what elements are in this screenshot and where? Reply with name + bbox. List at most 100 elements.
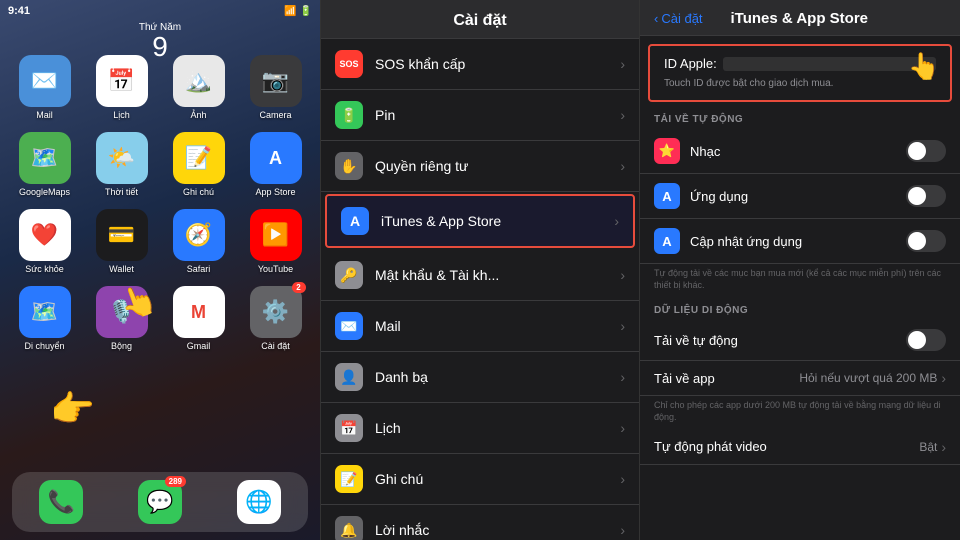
data-note: Chỉ cho phép các app dưới 200 MB tự động… [640, 396, 960, 429]
app-maps[interactable]: 🗺️ GoogleMaps [12, 132, 77, 197]
apps-toggle-row[interactable]: A Ứng dụng [640, 174, 960, 219]
updates-toggle[interactable] [906, 230, 946, 252]
auto-note: Tự động tải về các mục bạn mua mới (kể c… [640, 264, 960, 297]
settings-item-calendar[interactable]: 📅 Lịch › [321, 403, 639, 454]
app-maps-label: GoogleMaps [19, 187, 70, 197]
battery-icon: 🔋 [300, 6, 312, 17]
app-mail[interactable]: ✉️ Mail [12, 55, 77, 120]
battery-chevron-icon: › [620, 107, 625, 123]
download-app-row[interactable]: Tải về app Hỏi nếu vượt quá 200 MB › [640, 361, 960, 396]
app-health[interactable]: ❤️ Sức khỏe [12, 209, 77, 274]
app-settings[interactable]: ⚙️ 2 Cài đặt [243, 286, 308, 351]
app-notes-label: Ghi chú [183, 187, 214, 197]
gmail-icon-box: M [173, 286, 225, 338]
auto-download-header: TẢI VỀ TỰ ĐỘNG [640, 106, 960, 129]
calendar-icon-box: 📅 [96, 55, 148, 107]
updates-label: Cập nhật ứng dụng [690, 234, 906, 249]
app-notes[interactable]: 📝 Ghi chú [166, 132, 231, 197]
auto-mobile-toggle-row[interactable]: Tải về tự động [640, 320, 960, 361]
move-icon-box: 🗺️ [19, 286, 71, 338]
app-calendar[interactable]: 📅 Lịch [89, 55, 154, 120]
dock-phone[interactable]: 📞 [39, 480, 83, 524]
settings-item-privacy[interactable]: ✋ Quyền riêng tư › [321, 141, 639, 192]
dock: 📞 💬 289 🌐 [12, 472, 308, 532]
back-button[interactable]: ‹ Cài đặt [654, 11, 703, 26]
status-icons: 📶 🔋 [284, 6, 312, 17]
dock-messages[interactable]: 💬 289 [138, 480, 182, 524]
apps-toggle-knob [908, 187, 926, 205]
weather-icon-box: 🌤️ [96, 132, 148, 184]
app-gmail[interactable]: M Gmail [166, 286, 231, 351]
music-label: Nhạc [690, 144, 906, 159]
mail-icon-small: ✉️ [335, 312, 363, 340]
auto-video-chevron-icon: › [941, 439, 946, 455]
updates-toggle-knob [908, 232, 926, 250]
reminders-label: Lời nhắc [375, 522, 620, 538]
app-mail-label: Mail [36, 110, 53, 120]
download-app-chevron-icon: › [941, 370, 946, 386]
settings-item-lock[interactable]: 🔑 Mật khẩu & Tài kh... › [321, 250, 639, 301]
app-safari-label: Safari [187, 264, 211, 274]
settings-item-sos[interactable]: SOS SOS khẩn cấp › [321, 39, 639, 90]
wifi-icon: 📶 [284, 6, 296, 17]
notes-icon-small: 📝 [335, 465, 363, 493]
notes-chevron-icon: › [620, 471, 625, 487]
app-photos[interactable]: 🏔️ Ảnh [166, 55, 231, 120]
app-wallet[interactable]: 💳 Wallet [89, 209, 154, 274]
home-screen-panel: 9:41 📶 🔋 Thứ Năm 9 ✉️ Mail 📅 Lịch 🏔️ Ảnh… [0, 0, 320, 540]
wallet-icon-box: 💳 [96, 209, 148, 261]
mail-chevron-icon: › [620, 318, 625, 334]
app-camera[interactable]: 📷 Camera [243, 55, 308, 120]
auto-mobile-toggle-knob [908, 331, 926, 349]
download-app-label: Tải về app [654, 371, 799, 386]
chrome-icon-box: 🌐 [237, 480, 281, 524]
mail-icon-box: ✉️ [19, 55, 71, 107]
safari-icon-box: 🧭 [173, 209, 225, 261]
settings-item-mail[interactable]: ✉️ Mail › [321, 301, 639, 352]
updates-toggle-row[interactable]: A Cập nhật ứng dụng [640, 219, 960, 264]
app-gmail-label: Gmail [187, 341, 211, 351]
messages-icon-box: 💬 289 [138, 480, 182, 524]
privacy-chevron-icon: › [620, 158, 625, 174]
app-move[interactable]: 🗺️ Di chuyển [12, 286, 77, 351]
apps-label: Ứng dụng [690, 189, 906, 204]
itunes-label: iTunes & App Store [381, 213, 614, 229]
dock-chrome[interactable]: 🌐 [237, 480, 281, 524]
date-label: 9 [152, 33, 168, 61]
touch-id-note: Touch ID được bật cho giao dịch mua. [664, 77, 936, 90]
itunes-page-title: iTunes & App Store [703, 10, 896, 27]
auto-mobile-toggle[interactable] [906, 329, 946, 351]
apps-toggle[interactable] [906, 185, 946, 207]
music-toggle[interactable] [906, 140, 946, 162]
lock-chevron-icon: › [620, 267, 625, 283]
settings-item-contacts[interactable]: 👤 Danh bạ › [321, 352, 639, 403]
itunes-chevron-icon: › [614, 213, 619, 229]
status-time: 9:41 [8, 5, 30, 17]
itunes-content: ID Apple: Touch ID được bật cho giao dịc… [640, 36, 960, 540]
battery-icon-box: 🔋 [335, 101, 363, 129]
app-calendar-label: Lịch [113, 110, 130, 120]
notes-label: Ghi chú [375, 471, 620, 487]
appstore-icon-box: A [250, 132, 302, 184]
app-youtube[interactable]: ▶️ YouTube [243, 209, 308, 274]
apple-id-row: ID Apple: [664, 56, 936, 71]
app-safari[interactable]: 🧭 Safari [166, 209, 231, 274]
auto-video-label: Tự động phát video [654, 439, 919, 454]
settings-item-reminders[interactable]: 🔔 Lời nhắc › [321, 505, 639, 540]
mobile-data-section: DỮ LIỆU DI ĐỘNG Tải về tự động Tải về ap… [640, 297, 960, 464]
music-toggle-row[interactable]: ⭐ Nhạc [640, 129, 960, 174]
settings-item-battery[interactable]: 🔋 Pin › [321, 90, 639, 141]
camera-icon-box: 📷 [250, 55, 302, 107]
app-weather[interactable]: 🌤️ Thời tiết [89, 132, 154, 197]
app-appstore[interactable]: A App Store [243, 132, 308, 197]
phone-icon-box: 📞 [39, 480, 83, 524]
download-app-value: Hỏi nếu vượt quá 200 MB [799, 371, 937, 385]
auto-video-row[interactable]: Tự động phát video Bật › [640, 430, 960, 465]
reminders-icon-box: 🔔 [335, 516, 363, 540]
settings-header: Cài đặt [321, 0, 639, 39]
settings-item-notes[interactable]: 📝 Ghi chú › [321, 454, 639, 505]
settings-item-itunes[interactable]: A iTunes & App Store › [325, 194, 635, 248]
privacy-label: Quyền riêng tư [375, 158, 620, 174]
youtube-icon-box: ▶️ [250, 209, 302, 261]
lock-label: Mật khẩu & Tài kh... [375, 267, 620, 283]
